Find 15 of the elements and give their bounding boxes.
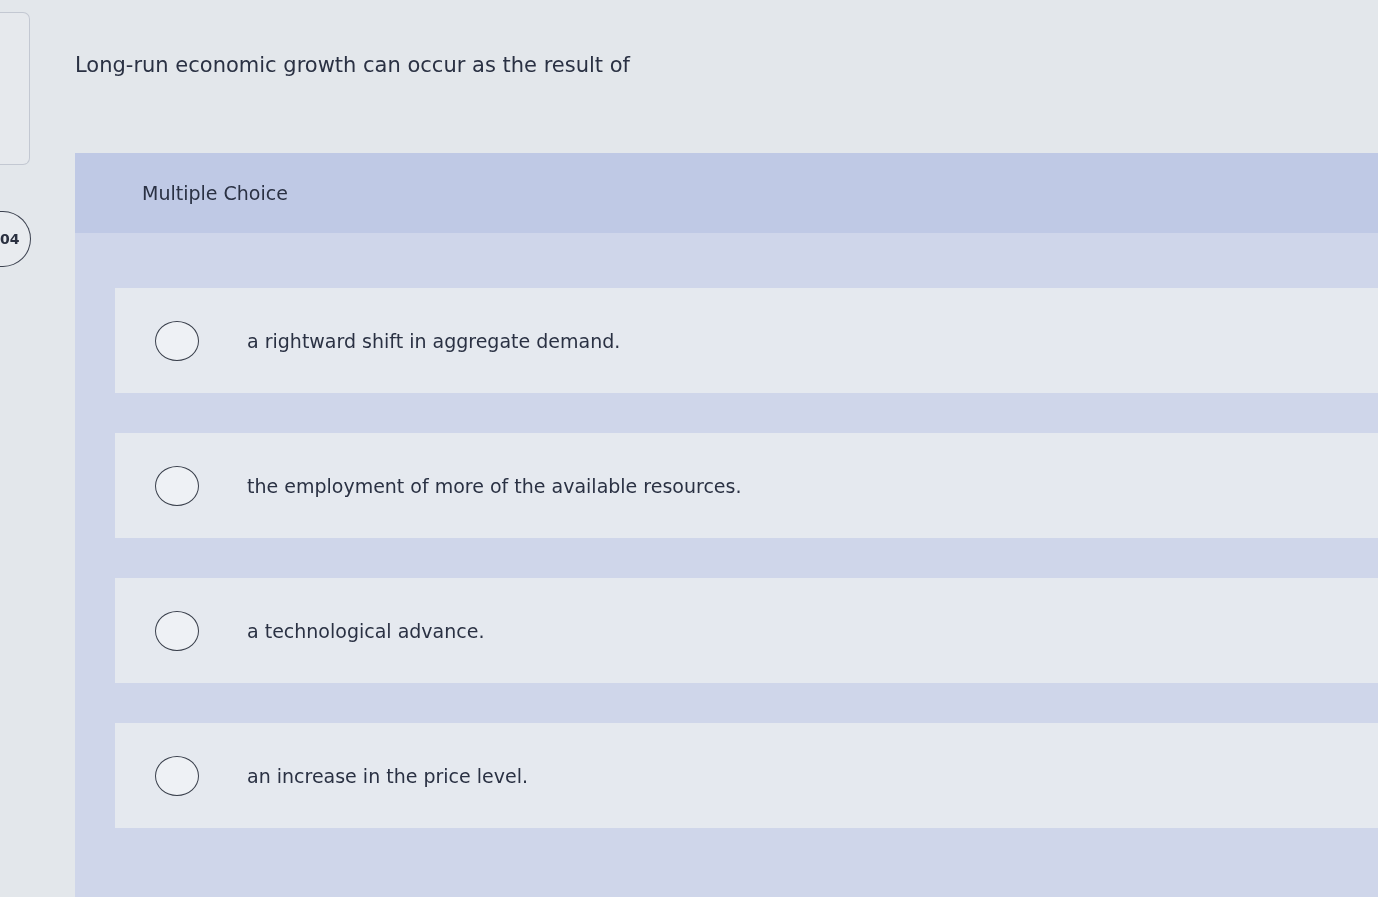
radio-button[interactable] (155, 465, 199, 506)
option-label: a technological advance. (247, 619, 485, 642)
option-label: the employment of more of the available resources. (247, 474, 742, 497)
option-label: a rightward shift in aggregate demand. (247, 329, 621, 352)
question-number[interactable]: 04 (0, 211, 31, 267)
answer-option[interactable]: an increase in the price level. (115, 723, 1378, 828)
radio-button[interactable] (155, 320, 199, 361)
question-text: Long-run economic growth can occur as the result of (75, 52, 632, 79)
question-type-label: Multiple Choice (142, 182, 288, 204)
answer-option[interactable]: the employment of more of the available resources. (115, 433, 1378, 538)
radio-button[interactable] (155, 755, 199, 796)
answer-option[interactable]: a rightward shift in aggregate demand. (115, 288, 1378, 393)
radio-button[interactable] (155, 610, 199, 651)
answer-option[interactable]: a technological advance. (115, 578, 1378, 683)
option-label: an increase in the price level. (247, 764, 528, 787)
